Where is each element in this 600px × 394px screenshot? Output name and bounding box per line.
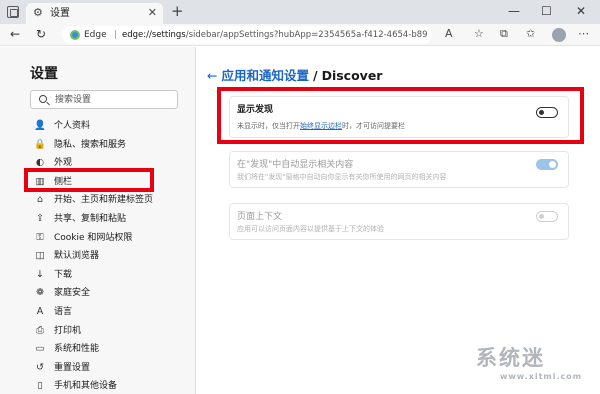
url-brand: Edge: [84, 30, 107, 40]
page-heading: ← 应用和通知设置 / Discover: [207, 67, 382, 85]
sidebar-item-downloads[interactable]: ↓ 下载: [24, 266, 190, 285]
cookie-permissions-icon: ⚿: [36, 231, 44, 243]
settings-search-box[interactable]: [30, 90, 178, 109]
setting-description: 应用可以访问页面内容以提供基于上下文的体验: [237, 225, 384, 233]
sidebar-item-family[interactable]: ❁ 家庭安全: [24, 284, 190, 303]
sidebar-item-label: 重置设置: [54, 362, 91, 373]
sidebar-item-label: 打印机: [54, 325, 82, 336]
gear-icon: ⚙: [33, 6, 43, 19]
maximize-icon[interactable]: ☐: [541, 4, 552, 18]
language-icon: A: [36, 305, 44, 317]
sidebar-item-default-browser[interactable]: ◫ 默认浏览器: [24, 247, 190, 266]
sidebar-item-label: 默认浏览器: [54, 251, 100, 262]
sidebar-item-reset[interactable]: ↺ 重置设置: [24, 359, 190, 378]
auto-show-related-toggle[interactable]: [536, 159, 558, 170]
new-tab-button[interactable]: +: [171, 3, 184, 20]
window-close-icon[interactable]: ✕: [576, 4, 586, 18]
sidebar-item-devices[interactable]: ▯ 手机和其他设备: [24, 377, 190, 394]
search-icon: [39, 95, 47, 103]
sidebar-item-privacy[interactable]: 🔒 隐私、搜索和服务: [24, 136, 190, 155]
page-title: Discover: [321, 68, 383, 83]
sidebar-item-share[interactable]: ⇪ 共享、复制和粘贴: [24, 210, 190, 229]
tab-actions-icon[interactable]: [7, 6, 19, 18]
favorites-star-icon[interactable]: ☆: [474, 27, 484, 41]
favorites-bar-icon[interactable]: ✩: [526, 27, 535, 41]
highlight-box-discover: [217, 87, 584, 144]
setting-description: 我们将在"发现"窗格中自动向你显示有关你所使用的网页的相关内容: [237, 173, 447, 181]
setting-page-context: 页面上下文 应用可以访问页面内容以提供基于上下文的体验: [229, 203, 569, 240]
sidebar-item-label: 手机和其他设备: [54, 381, 118, 392]
sidebar-item-label: 语言: [54, 306, 73, 317]
url-path: /sidebar/appSettings?hubApp=2354565a-f41…: [185, 30, 428, 40]
setting-title: 在"发现"中自动显示相关内容: [237, 160, 354, 170]
browser-toolbar: ← ↻ Edge | edge://settings/sidebar/appSe…: [0, 24, 600, 46]
close-tab-icon[interactable]: ✕: [148, 6, 157, 19]
setting-auto-show-related: 在"发现"中自动显示相关内容 我们将在"发现"窗格中自动向你显示有关你所使用的网…: [229, 151, 569, 188]
back-icon[interactable]: ←: [10, 27, 20, 41]
profile-icon: 👤: [34, 120, 46, 131]
sidebar-item-label: 下载: [54, 269, 73, 280]
minimize-icon[interactable]: —: [508, 4, 520, 18]
more-menu-icon[interactable]: ⋯: [578, 27, 589, 41]
reading-view-icon[interactable]: A: [445, 27, 453, 41]
address-bar[interactable]: Edge | edge://settings/sidebar/appSettin…: [62, 26, 432, 44]
sidebar-item-languages[interactable]: A 语言: [24, 303, 190, 322]
reset-icon: ↺: [36, 361, 44, 373]
phone-icon: ▯: [37, 380, 43, 392]
highlight-box-sidebar: [24, 168, 154, 192]
edge-logo-icon: [70, 30, 80, 40]
profile-avatar[interactable]: [552, 28, 566, 42]
tab-title: 设置: [50, 8, 70, 19]
url-text[interactable]: edge://settings/sidebar/appSettings?hubA…: [122, 29, 428, 41]
search-input[interactable]: [55, 93, 173, 107]
sidebar-item-start-home[interactable]: ⌂ 开始、主页和新建标签页: [24, 191, 190, 210]
sidebar-item-printers[interactable]: ⎙ 打印机: [24, 322, 190, 341]
url-host: edge://settings: [122, 30, 186, 40]
sidebar-item-label: 共享、复制和粘贴: [54, 213, 127, 224]
browser-icon: ◫: [35, 250, 45, 262]
url-separator: |: [114, 30, 118, 40]
printer-icon: ⎙: [36, 324, 44, 336]
share-icon: ⇪: [36, 212, 44, 224]
sidebar-item-profiles[interactable]: 👤 个人资料: [24, 117, 190, 136]
watermark-url: www.xitmi.com: [500, 372, 583, 381]
download-icon: ↓: [36, 268, 44, 280]
toggle-knob: [549, 161, 556, 168]
watermark: 系统迷 www.xitmi.com: [476, 345, 596, 391]
back-arrow-icon[interactable]: ←: [207, 68, 217, 83]
watermark-text: 系统迷: [476, 346, 545, 370]
sidebar-item-label: Cookie 和网站权限: [54, 232, 133, 243]
sidebar-item-cookies[interactable]: ⚿ Cookie 和网站权限: [24, 229, 190, 248]
sidebar-title: 设置: [30, 66, 58, 82]
setting-title: 页面上下文: [237, 212, 283, 222]
sidebar-nav: 👤 个人资料 🔒 隐私、搜索和服务 ◐ 外观 ▥ 侧栏 ⌂ 开始、主页和新建标签页 ⇪ 共享…: [24, 117, 190, 394]
breadcrumb-app-settings[interactable]: 应用和通知设置: [221, 68, 309, 83]
collections-icon[interactable]: ⧉: [500, 27, 508, 41]
system-icon: ▭: [35, 343, 45, 355]
sidebar-item-label: 系统和性能: [54, 344, 100, 355]
page-context-toggle[interactable]: [536, 211, 558, 222]
refresh-icon[interactable]: ↻: [36, 27, 46, 41]
sidebar-item-system[interactable]: ▭ 系统和性能: [24, 340, 190, 359]
sidebar-item-label: 开始、主页和新建标签页: [54, 195, 154, 206]
breadcrumb-separator: /: [313, 68, 318, 83]
settings-sidebar: 设置 👤个人资料 🔒隐私、搜索和服务 ◐外观 ▥侧栏 ⌂开始、主页和新建标签页 …: [0, 47, 196, 394]
toggle-knob: [539, 214, 544, 219]
sidebar-item-label: 个人资料: [54, 121, 91, 131]
lock-icon: 🔒: [34, 138, 46, 150]
sidebar-item-label: 隐私、搜索和服务: [54, 139, 127, 150]
sidebar-item-label: 家庭安全: [54, 288, 91, 299]
tab-strip: ⚙ 设置 ✕ + — ☐ ✕: [0, 0, 600, 24]
home-icon: ⌂: [36, 194, 44, 206]
family-icon: ❁: [36, 287, 44, 299]
tab-settings[interactable]: ⚙ 设置 ✕: [26, 3, 163, 24]
